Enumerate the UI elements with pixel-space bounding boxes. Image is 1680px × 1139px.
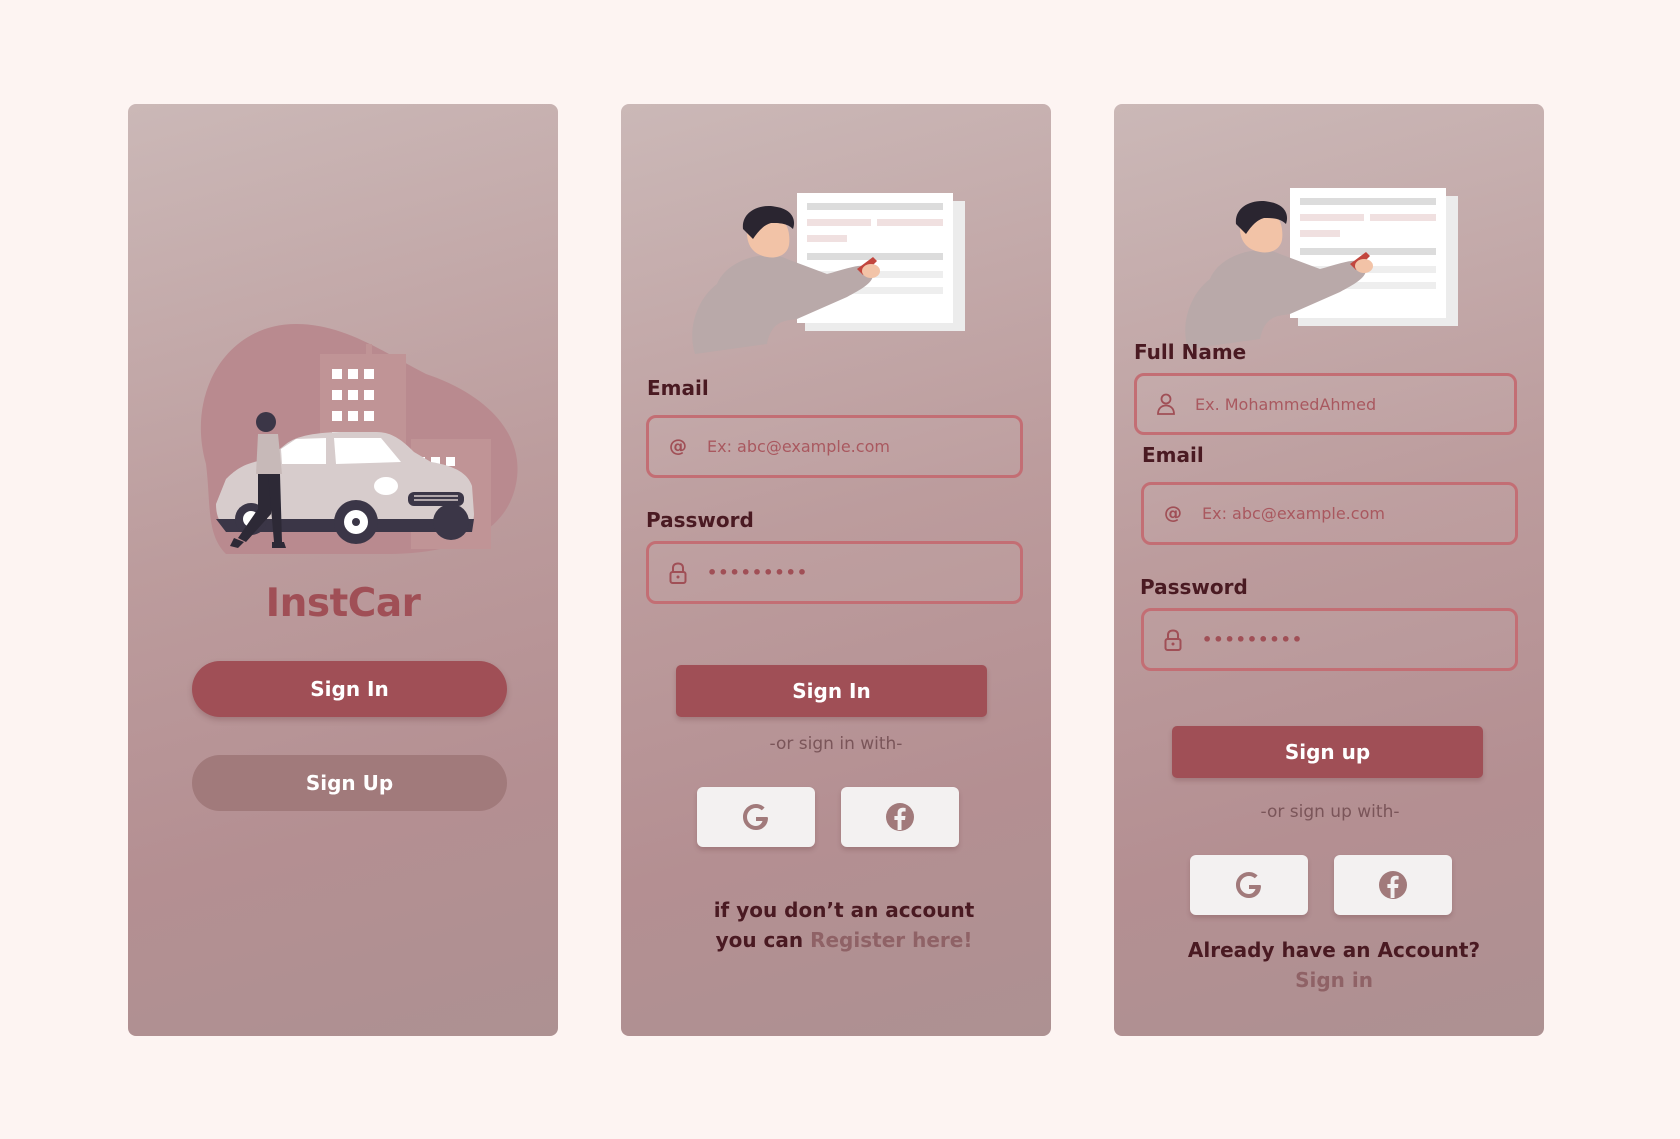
at-icon: @	[665, 434, 691, 460]
facebook-icon	[886, 803, 914, 831]
splash-screen: InstCar Sign In Sign Up	[128, 104, 558, 1036]
password-label: Password	[1140, 575, 1248, 599]
alt-signup-text: -or sign up with-	[1260, 802, 1400, 822]
password-field[interactable]: •••••••••	[646, 541, 1023, 604]
google-signup-button[interactable]	[1190, 855, 1308, 915]
register-prompt-prefix: you can	[715, 928, 811, 952]
svg-text:@: @	[669, 437, 687, 457]
form-filling-illustration	[692, 193, 965, 354]
app-brand-title: InstCar	[265, 581, 421, 626]
signin-prompt-line1: Already have an Account?	[1187, 938, 1481, 962]
register-prompt-line1: if you don’t an account	[713, 898, 975, 922]
facebook-icon	[1379, 871, 1407, 899]
signin-screen: Email @ Ex: abc@example.com Password •••…	[621, 104, 1051, 1036]
password-field[interactable]: •••••••••	[1141, 608, 1518, 671]
fullname-label: Full Name	[1134, 340, 1247, 364]
password-mask: •••••••••	[707, 563, 809, 582]
google-icon	[1236, 872, 1261, 898]
user-icon	[1153, 391, 1179, 417]
sign-in-submit-button[interactable]: Sign In	[676, 665, 987, 717]
signup-screen: Full Name Ex. MohammedAhmed Email @ Ex: …	[1114, 104, 1544, 1036]
register-prompt: if you don’t an account you can Register…	[629, 895, 1051, 955]
email-field[interactable]: @ Ex: abc@example.com	[646, 415, 1023, 478]
svg-text:@: @	[1164, 504, 1182, 524]
facebook-login-button[interactable]	[841, 787, 959, 847]
sign-up-submit-button[interactable]: Sign up	[1172, 726, 1483, 778]
signin-prompt: Already have an Account? Sign in	[1119, 935, 1544, 995]
email-placeholder: Ex: abc@example.com	[1202, 504, 1385, 523]
email-label: Email	[647, 376, 709, 400]
facebook-signup-button[interactable]	[1334, 855, 1452, 915]
lock-icon	[1160, 627, 1186, 653]
fullname-placeholder: Ex. MohammedAhmed	[1195, 394, 1377, 414]
email-placeholder: Ex: abc@example.com	[707, 437, 890, 456]
password-label: Password	[646, 508, 754, 532]
register-link[interactable]: Register here!	[810, 928, 972, 952]
signin-link[interactable]: Sign in	[1119, 965, 1544, 995]
sign-in-button[interactable]: Sign In	[192, 661, 507, 717]
email-label: Email	[1142, 443, 1204, 467]
form-filling-illustration	[1185, 188, 1458, 349]
password-mask: •••••••••	[1202, 630, 1304, 649]
email-field[interactable]: @ Ex: abc@example.com	[1141, 482, 1518, 545]
car-illustration	[200, 324, 518, 554]
lock-icon	[665, 560, 691, 586]
alt-signin-text: -or sign in with-	[769, 734, 903, 754]
register-prompt-line2: you can Register here!	[629, 925, 1051, 955]
google-login-button[interactable]	[697, 787, 815, 847]
at-icon: @	[1160, 501, 1186, 527]
google-icon	[743, 804, 768, 830]
fullname-field[interactable]: Ex. MohammedAhmed	[1134, 373, 1517, 435]
sign-up-button[interactable]: Sign Up	[192, 755, 507, 811]
